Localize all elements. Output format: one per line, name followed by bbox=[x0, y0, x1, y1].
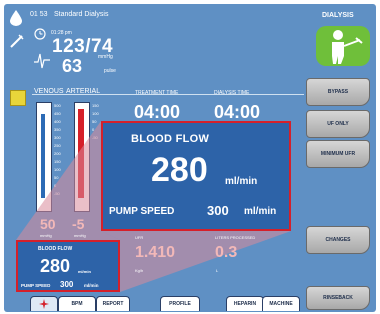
tab-heparin[interactable]: HEPARIN bbox=[226, 296, 264, 311]
ufr-label: UFR bbox=[135, 235, 144, 240]
pump-speed-zoom-unit: ml/min bbox=[244, 206, 277, 217]
blood-flow-unit: ml/min bbox=[78, 269, 91, 274]
arterial-pressure-unit: mmHg bbox=[74, 233, 86, 238]
dialysis-screen: 01 53 Standard Dialysis 01:28 pm 123/74 … bbox=[4, 4, 376, 312]
liters-processed-label: LITERS PROCESSED bbox=[215, 235, 256, 240]
pump-speed-zoom-label: PUMP SPEED bbox=[109, 206, 175, 217]
blood-flow-zoom-label: BLOOD FLOW bbox=[131, 133, 210, 145]
tab-report[interactable]: REPORT bbox=[96, 296, 130, 311]
pump-speed-label: PUMP SPEED bbox=[21, 283, 51, 288]
tab-machine[interactable]: MACHINE bbox=[262, 296, 300, 311]
blood-flow-value: 280 bbox=[40, 256, 71, 276]
liters-processed-unit: L bbox=[216, 268, 219, 273]
venous-pressure-value: 50 bbox=[40, 216, 56, 232]
arterial-pressure-value: -5 bbox=[72, 216, 85, 232]
tab-main[interactable] bbox=[30, 296, 58, 311]
tab-profile[interactable]: PROFILE bbox=[160, 296, 200, 311]
blood-flow-zoom-unit: ml/min bbox=[225, 176, 258, 187]
pump-speed-zoom-value: 300 bbox=[207, 203, 229, 218]
blood-flow-label: BLOOD FLOW bbox=[38, 246, 73, 252]
tab-bpm[interactable]: BPM bbox=[58, 296, 96, 311]
pump-speed-value: 300 bbox=[60, 280, 74, 289]
blood-flow-panel[interactable]: BLOOD FLOW 280 ml/min PUMP SPEED 300 ml/… bbox=[16, 240, 120, 292]
main-screen-icon bbox=[39, 299, 49, 309]
blood-flow-zoom-panel: BLOOD FLOW 280 ml/min PUMP SPEED 300 ml/… bbox=[101, 121, 291, 231]
venous-pressure-unit: mmHg bbox=[40, 233, 52, 238]
ufr-value: 1.410 bbox=[135, 244, 176, 261]
liters-processed-value: 0.3 bbox=[215, 244, 238, 261]
blood-flow-zoom-value: 280 bbox=[151, 151, 208, 189]
pump-speed-unit: ml/min bbox=[84, 283, 99, 288]
ufr-unit: Kg/h bbox=[135, 268, 144, 273]
